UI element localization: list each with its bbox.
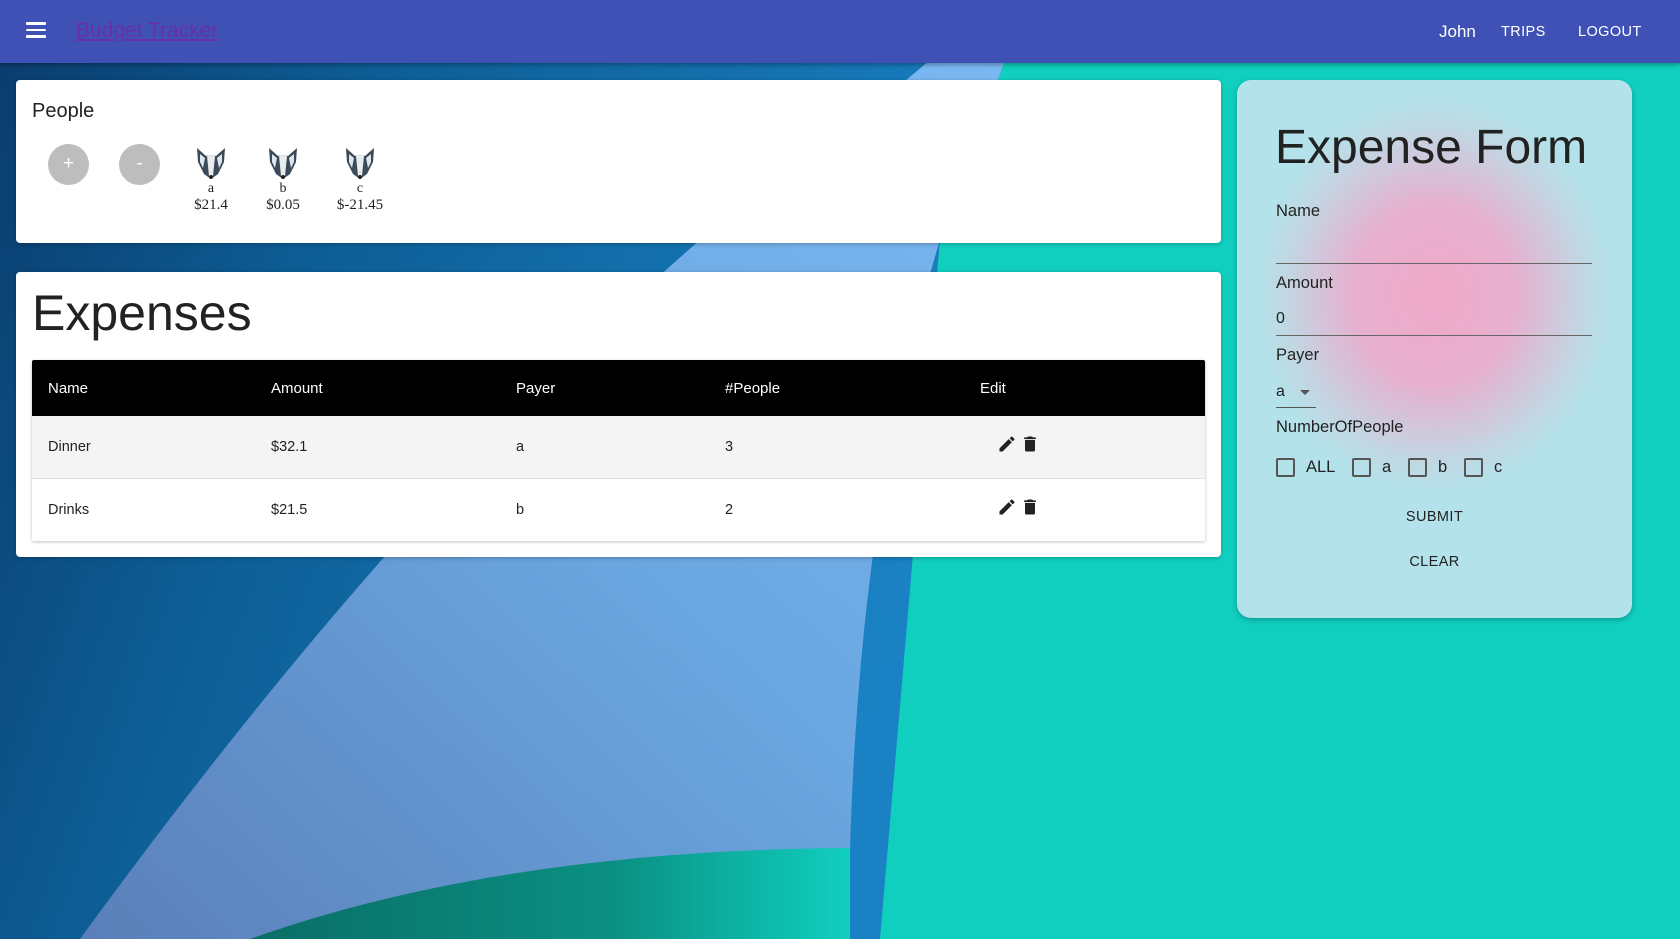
amount-label: Amount: [1276, 274, 1333, 292]
badger-icon: [269, 148, 297, 179]
expenses-card: Expenses Name Amount Payer #People Edit …: [16, 272, 1221, 557]
checkbox-all[interactable]: [1276, 458, 1295, 477]
name-input[interactable]: [1276, 231, 1592, 264]
expense-form: Expense Form Name Amount Payer a NumberO…: [1237, 80, 1632, 618]
person-item[interactable]: c $-21.45: [325, 146, 395, 214]
form-title: Expense Form: [1275, 121, 1588, 174]
person-balance: $21.4: [194, 197, 228, 213]
app-bar: Budget Tracker John TRIPS LOGOUT: [0, 0, 1680, 63]
user-name: John: [1439, 22, 1476, 41]
cell-people: 2: [725, 502, 734, 518]
payer-label: Payer: [1276, 346, 1320, 364]
checkbox-c-label: c: [1494, 458, 1503, 476]
person-balance: $0.05: [266, 197, 300, 213]
payer-select-value: a: [1276, 383, 1285, 400]
column-header-payer: Payer: [516, 380, 556, 397]
add-person-button[interactable]: +: [48, 144, 89, 185]
person-item[interactable]: b $0.05: [248, 146, 318, 214]
expenses-title: Expenses: [32, 285, 252, 341]
column-header-name: Name: [48, 380, 89, 397]
people-title: People: [32, 100, 95, 122]
trash-icon[interactable]: [1020, 434, 1040, 459]
cell-people: 3: [725, 439, 734, 455]
menu-icon[interactable]: [22, 18, 50, 46]
remove-person-button[interactable]: -: [119, 144, 160, 185]
table-row: Drinks $21.5 b 2: [32, 479, 1205, 541]
clear-button[interactable]: CLEAR: [1237, 554, 1632, 570]
logout-button[interactable]: LOGOUT: [1578, 24, 1642, 40]
submit-button[interactable]: SUBMIT: [1237, 509, 1632, 525]
cell-payer: b: [516, 502, 525, 518]
person-name: c: [356, 181, 364, 196]
number-of-people-label: NumberOfPeople: [1276, 418, 1404, 436]
checkbox-all-label: ALL: [1306, 458, 1336, 476]
table-header: Name Amount Payer #People Edit: [32, 360, 1205, 416]
cell-amount: $32.1: [271, 439, 308, 455]
pencil-icon[interactable]: [997, 497, 1017, 522]
badger-icon: [197, 148, 225, 179]
cell-amount: $21.5: [271, 502, 308, 518]
checkbox-a[interactable]: [1352, 458, 1371, 477]
badger-icon: [346, 148, 374, 179]
checkbox-c[interactable]: [1464, 458, 1483, 477]
amount-input[interactable]: [1276, 303, 1592, 336]
cell-payer: a: [516, 439, 525, 455]
trips-button[interactable]: TRIPS: [1501, 24, 1546, 40]
cell-name: Drinks: [48, 502, 90, 518]
trash-icon[interactable]: [1020, 497, 1040, 522]
people-card: People + - a $21.4 b $0.05 c $-21.45: [16, 80, 1221, 243]
caret-down-icon: [1300, 390, 1310, 395]
expenses-table: Name Amount Payer #People Edit Dinner $3…: [32, 360, 1205, 541]
checkbox-b[interactable]: [1408, 458, 1427, 477]
column-header-amount: Amount: [271, 380, 323, 397]
table-row: Dinner $32.1 a 3: [32, 416, 1205, 479]
payer-select[interactable]: a: [1276, 377, 1316, 408]
checkbox-b-label: b: [1438, 458, 1448, 476]
person-item[interactable]: a $21.4: [176, 146, 246, 214]
person-balance: $-21.45: [336, 197, 384, 213]
brand-link[interactable]: Budget Tracker: [76, 19, 218, 43]
cell-name: Dinner: [48, 439, 91, 455]
name-label: Name: [1276, 202, 1321, 220]
pencil-icon[interactable]: [997, 434, 1017, 459]
checkbox-a-label: a: [1382, 458, 1392, 476]
person-name: a: [207, 181, 215, 196]
column-header-edit: Edit: [980, 380, 1006, 397]
person-name: b: [279, 181, 287, 196]
column-header-people: #People: [725, 380, 781, 397]
